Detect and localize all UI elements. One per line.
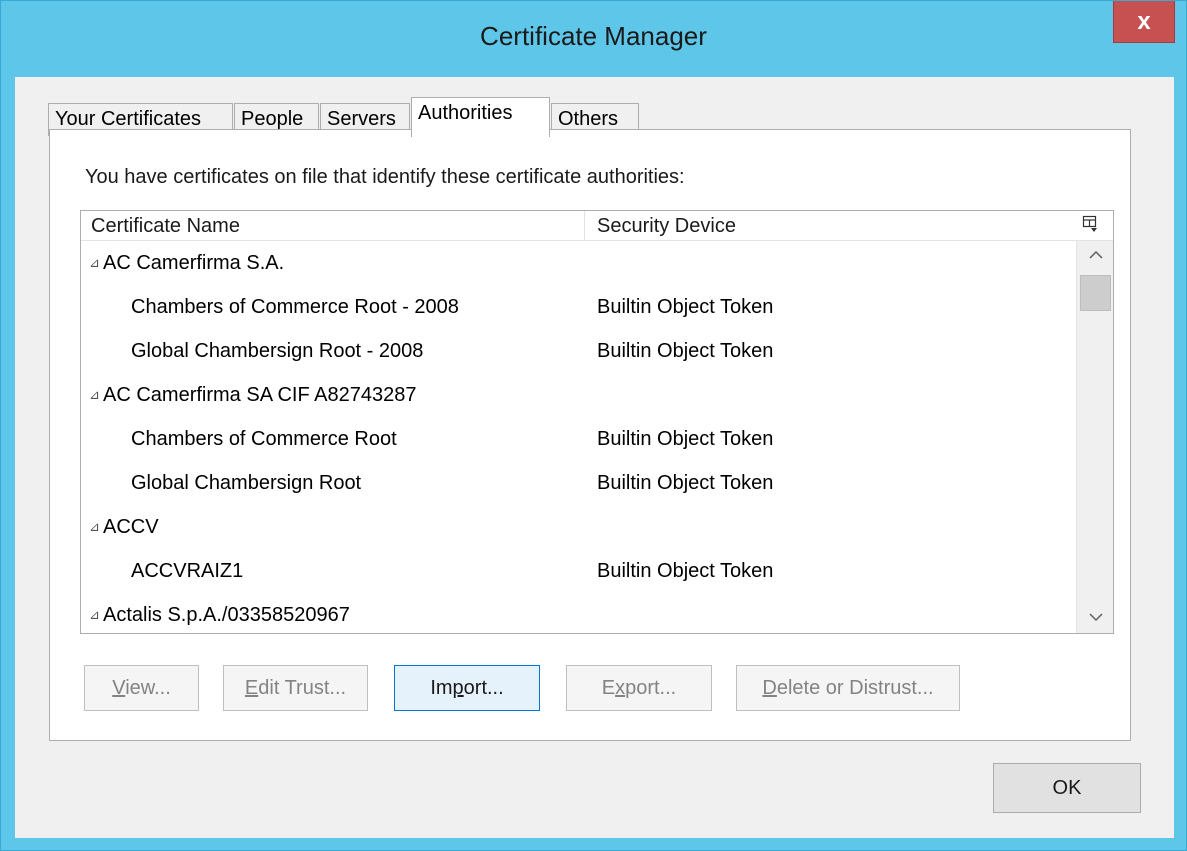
tree-item-row[interactable]: Chambers of Commerce Root Builtin Object… bbox=[81, 417, 1075, 461]
security-device: Builtin Object Token bbox=[597, 472, 774, 494]
view-label-post: iew... bbox=[125, 677, 171, 699]
vertical-scrollbar[interactable] bbox=[1076, 241, 1113, 633]
group-name: AC Camerfirma SA CIF A82743287 bbox=[103, 384, 417, 406]
certificate-tree[interactable]: Certificate Name Security Device ⊿ AC Ca… bbox=[80, 210, 1114, 634]
certificate-name: Global Chambersign Root bbox=[131, 472, 362, 494]
collapse-twisty-icon[interactable]: ⊿ bbox=[89, 241, 101, 285]
tree-item-row[interactable]: Global Chambersign Root - 2008 Builtin O… bbox=[81, 329, 1075, 373]
tab-authorities[interactable]: Authorities bbox=[411, 97, 550, 137]
edit-trust-accelerator-key: E bbox=[244, 677, 259, 699]
group-name: AC Camerfirma S.A. bbox=[103, 252, 285, 274]
group-name: Actalis S.p.A./03358520967 bbox=[103, 604, 350, 626]
tree-header: Certificate Name Security Device bbox=[81, 211, 1113, 241]
window-title: Certificate Manager bbox=[480, 21, 707, 51]
import-label-pre: Im bbox=[430, 677, 453, 699]
title-bar[interactable]: Certificate Manager x bbox=[1, 1, 1186, 79]
column-header-certificate-name[interactable]: Certificate Name bbox=[91, 211, 585, 241]
view-accelerator-key: V bbox=[112, 677, 126, 699]
edit-trust-label-post: dit Trust... bbox=[258, 677, 347, 699]
collapse-twisty-icon[interactable]: ⊿ bbox=[89, 505, 101, 549]
delete-label-post: elete or Distrust... bbox=[776, 677, 934, 699]
security-device: Builtin Object Token bbox=[597, 296, 774, 318]
close-button[interactable]: x bbox=[1113, 1, 1175, 43]
scroll-down-arrow-icon[interactable] bbox=[1077, 603, 1113, 633]
security-device: Builtin Object Token bbox=[597, 560, 774, 582]
import-accelerator-key: p bbox=[452, 677, 464, 699]
tree-item-row[interactable]: ACCVRAIZ1 Builtin Object Token bbox=[81, 549, 1075, 593]
column-header-security-device[interactable]: Security Device bbox=[597, 211, 1067, 241]
certificate-name: Chambers of Commerce Root - 2008 bbox=[131, 296, 459, 318]
certificate-name: ACCVRAIZ1 bbox=[131, 560, 244, 582]
delete-accelerator-key: D bbox=[762, 677, 777, 699]
tree-group-row[interactable]: ⊿ AC Camerfirma SA CIF A82743287 bbox=[81, 373, 1075, 417]
import-button[interactable]: Import... bbox=[394, 665, 540, 711]
certificate-name: Chambers of Commerce Root bbox=[131, 428, 397, 450]
security-device: Builtin Object Token bbox=[597, 340, 774, 362]
collapse-twisty-icon[interactable]: ⊿ bbox=[89, 373, 101, 417]
scrollbar-thumb[interactable] bbox=[1080, 275, 1111, 311]
tree-group-row[interactable]: ⊿ AC Camerfirma S.A. bbox=[81, 241, 1075, 285]
authorities-panel: You have certificates on file that ident… bbox=[49, 129, 1131, 741]
ok-button[interactable]: OK bbox=[993, 763, 1141, 813]
scroll-up-arrow-icon[interactable] bbox=[1077, 241, 1113, 271]
view-button[interactable]: View... bbox=[84, 665, 199, 711]
certificate-manager-window: Certificate Manager x Your Certificates … bbox=[0, 0, 1187, 851]
edit-trust-button[interactable]: Edit Trust... bbox=[223, 665, 368, 711]
export-accelerator-key: x bbox=[615, 677, 626, 699]
tree-group-row[interactable]: ⊿ ACCV bbox=[81, 505, 1075, 549]
close-icon: x bbox=[1137, 7, 1151, 35]
tree-item-row[interactable]: Global Chambersign Root Builtin Object T… bbox=[81, 461, 1075, 505]
collapse-twisty-icon[interactable]: ⊿ bbox=[89, 593, 101, 633]
group-name: ACCV bbox=[103, 516, 159, 538]
export-label-post: port... bbox=[625, 677, 677, 699]
import-label-post: ort... bbox=[463, 677, 504, 699]
export-button[interactable]: Export... bbox=[566, 665, 712, 711]
panel-description: You have certificates on file that ident… bbox=[85, 166, 685, 188]
dialog-client-area: Your Certificates People Servers Authori… bbox=[15, 77, 1174, 838]
tree-item-row[interactable]: Chambers of Commerce Root - 2008 Builtin… bbox=[81, 285, 1075, 329]
security-device: Builtin Object Token bbox=[597, 428, 774, 450]
delete-or-distrust-button[interactable]: Delete or Distrust... bbox=[736, 665, 960, 711]
tree-group-row[interactable]: ⊿ Actalis S.p.A./03358520967 bbox=[81, 593, 1075, 633]
export-label-pre: E bbox=[601, 677, 616, 699]
column-picker-icon[interactable] bbox=[1081, 215, 1099, 235]
tree-rows: ⊿ AC Camerfirma S.A. Chambers of Commerc… bbox=[81, 241, 1075, 633]
certificate-name: Global Chambersign Root - 2008 bbox=[131, 340, 424, 362]
